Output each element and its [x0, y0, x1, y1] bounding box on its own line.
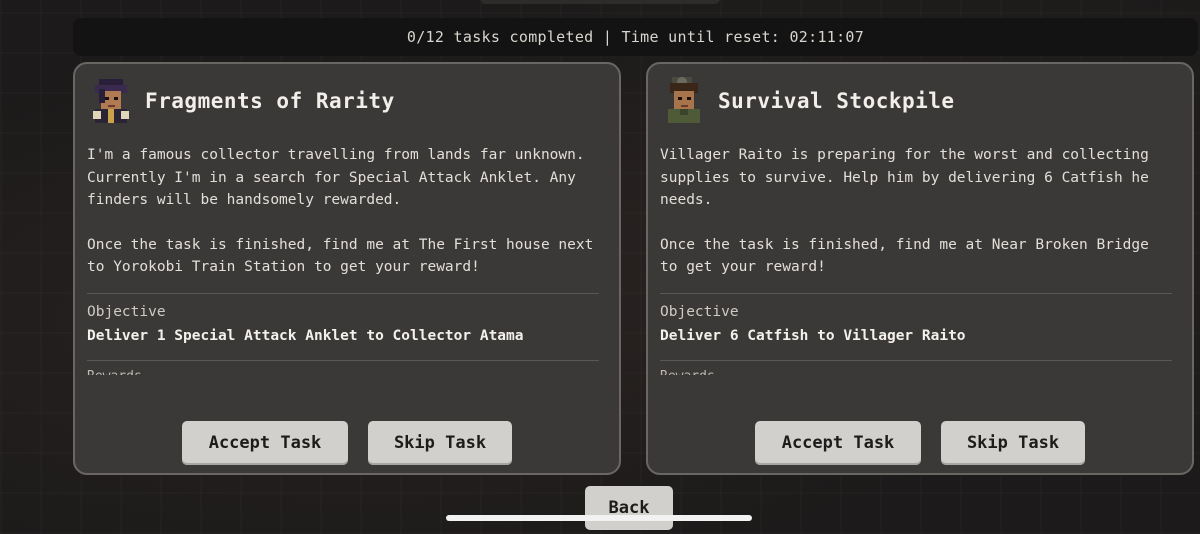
- card-header: Fragments of Rarity: [89, 76, 395, 126]
- task-description: I'm a famous collector travelling from l…: [87, 147, 585, 208]
- card-button-row: Accept Task Skip Task: [75, 421, 619, 465]
- divider: [87, 359, 599, 361]
- objective-label: Objective: [660, 303, 739, 320]
- task-status-bar: 0/12 tasks completed | Time until reset:…: [73, 18, 1198, 56]
- objective-text: Deliver 1 Special Attack Anklet to Colle…: [87, 327, 524, 344]
- home-indicator[interactable]: [446, 515, 752, 521]
- top-panel-edge: [480, 0, 720, 4]
- card-body: Villager Raito is preparing for the wors…: [660, 144, 1172, 389]
- task-card-fragments-of-rarity: Fragments of Rarity I'm a famous collect…: [73, 62, 621, 475]
- skip-task-button[interactable]: Skip Task: [368, 421, 512, 465]
- task-card-survival-stockpile: Survival Stockpile Villager Raito is pre…: [646, 62, 1194, 475]
- task-description: Villager Raito is preparing for the wors…: [660, 147, 1149, 208]
- task-location-text: Once the task is finished, find me at Th…: [87, 236, 594, 276]
- accept-task-button[interactable]: Accept Task: [755, 421, 921, 465]
- task-status-text: 0/12 tasks completed | Time until reset:…: [406, 28, 865, 46]
- back-button[interactable]: Back: [585, 486, 673, 530]
- card-header: Survival Stockpile: [662, 76, 955, 126]
- villager-portrait-icon: [662, 77, 706, 125]
- card-title: Fragments of Rarity: [145, 89, 395, 113]
- objective-label: Objective: [87, 303, 166, 320]
- divider: [87, 292, 599, 294]
- task-location-text: Once the task is finished, find me at Ne…: [660, 236, 1149, 276]
- collector-portrait-icon: [89, 77, 133, 125]
- rewards-label: Rewards: [87, 367, 599, 375]
- accept-task-button[interactable]: Accept Task: [182, 421, 348, 465]
- card-body: I'm a famous collector travelling from l…: [87, 144, 599, 389]
- divider: [660, 359, 1172, 361]
- card-title: Survival Stockpile: [718, 89, 955, 113]
- objective-text: Deliver 6 Catfish to Villager Raito: [660, 327, 966, 344]
- skip-task-button[interactable]: Skip Task: [941, 421, 1085, 465]
- rewards-label: Rewards: [660, 367, 1172, 375]
- card-button-row: Accept Task Skip Task: [648, 421, 1192, 465]
- divider: [660, 292, 1172, 294]
